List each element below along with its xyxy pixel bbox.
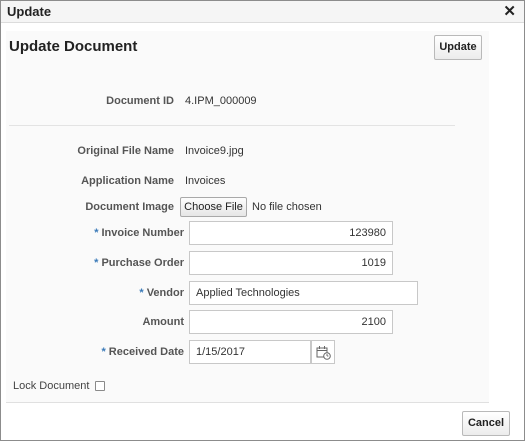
choose-file-button[interactable]: Choose File — [180, 197, 247, 217]
page-title: Update Document — [9, 38, 138, 55]
purchase-order-input[interactable]: 1019 — [189, 251, 393, 275]
purchase-order-label-text: Purchase Order — [101, 257, 184, 269]
amount-label: Amount — [142, 316, 184, 328]
close-icon[interactable]: ✕ — [503, 2, 516, 20]
received-date-label-text: Received Date — [108, 346, 184, 358]
required-marker: * — [101, 346, 106, 358]
vendor-label-text: Vendor — [146, 287, 184, 299]
required-marker: * — [94, 257, 99, 269]
cancel-button[interactable]: Cancel — [462, 411, 510, 436]
application-name-value: Invoices — [185, 175, 226, 187]
amount-input[interactable]: 2100 — [189, 310, 393, 334]
invoice-number-input[interactable]: 123980 — [189, 221, 393, 245]
purchase-order-label: * Purchase Order — [41, 257, 184, 269]
update-dialog: Update ✕ Update Document Update Document… — [0, 0, 525, 441]
document-id-value: 4.IPM_000009 — [185, 95, 257, 107]
calendar-icon[interactable] — [311, 340, 335, 364]
section-divider — [9, 125, 455, 126]
dialog-titlebar: Update ✕ — [1, 1, 524, 23]
application-name-label: Application Name — [81, 175, 174, 187]
received-date-label: * Received Date — [41, 346, 185, 358]
original-file-name-label: Original File Name — [77, 145, 174, 157]
file-status-text: No file chosen — [252, 201, 322, 213]
required-marker: * — [139, 287, 144, 299]
vendor-label: * Vendor — [41, 287, 184, 299]
dialog-title: Update — [7, 4, 52, 19]
required-marker: * — [94, 227, 99, 239]
update-button[interactable]: Update — [434, 35, 482, 60]
invoice-number-label-text: Invoice Number — [101, 227, 184, 239]
original-file-name-value: Invoice9.jpg — [185, 145, 244, 157]
lock-document-checkbox[interactable] — [95, 381, 105, 391]
document-image-label: Document Image — [85, 201, 174, 213]
received-date-input[interactable]: 1/15/2017 — [189, 340, 311, 364]
invoice-number-label: * Invoice Number — [41, 227, 184, 239]
document-id-label: Document ID — [106, 95, 174, 107]
vendor-input[interactable]: Applied Technologies — [189, 281, 418, 305]
lock-document-label: Lock Document — [13, 380, 90, 392]
